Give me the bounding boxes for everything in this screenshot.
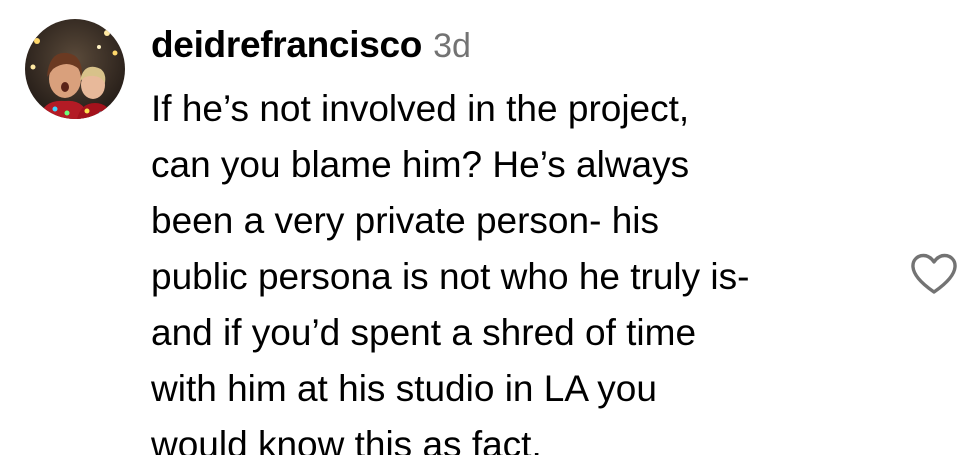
heart-outline-icon: [911, 253, 957, 294]
avatar[interactable]: [25, 19, 125, 119]
comment-line: If he’s not involved in the project,: [151, 88, 690, 129]
like-button[interactable]: [909, 252, 959, 296]
comment-line: with him at his studio in LA you: [151, 368, 657, 409]
comment: deidrefrancisco 3d If he’s not involved …: [0, 0, 980, 455]
comment-line: would know this as fact.: [151, 424, 542, 455]
timestamp[interactable]: 3d: [433, 27, 471, 66]
profile-photo-icon: [25, 19, 125, 119]
username[interactable]: deidrefrancisco: [151, 24, 422, 66]
comment-header: deidrefrancisco 3d: [151, 24, 881, 74]
comment-line: can you blame him? He’s always: [151, 144, 690, 185]
comment-line: and if you’d spent a shred of time: [151, 312, 697, 353]
comment-body: deidrefrancisco 3d If he’s not involved …: [151, 24, 881, 455]
comment-line: public persona is not who he truly is-: [151, 256, 750, 297]
comment-line: been a very private person- his: [151, 200, 659, 241]
comment-text: If he’s not involved in the project, can…: [151, 81, 881, 455]
